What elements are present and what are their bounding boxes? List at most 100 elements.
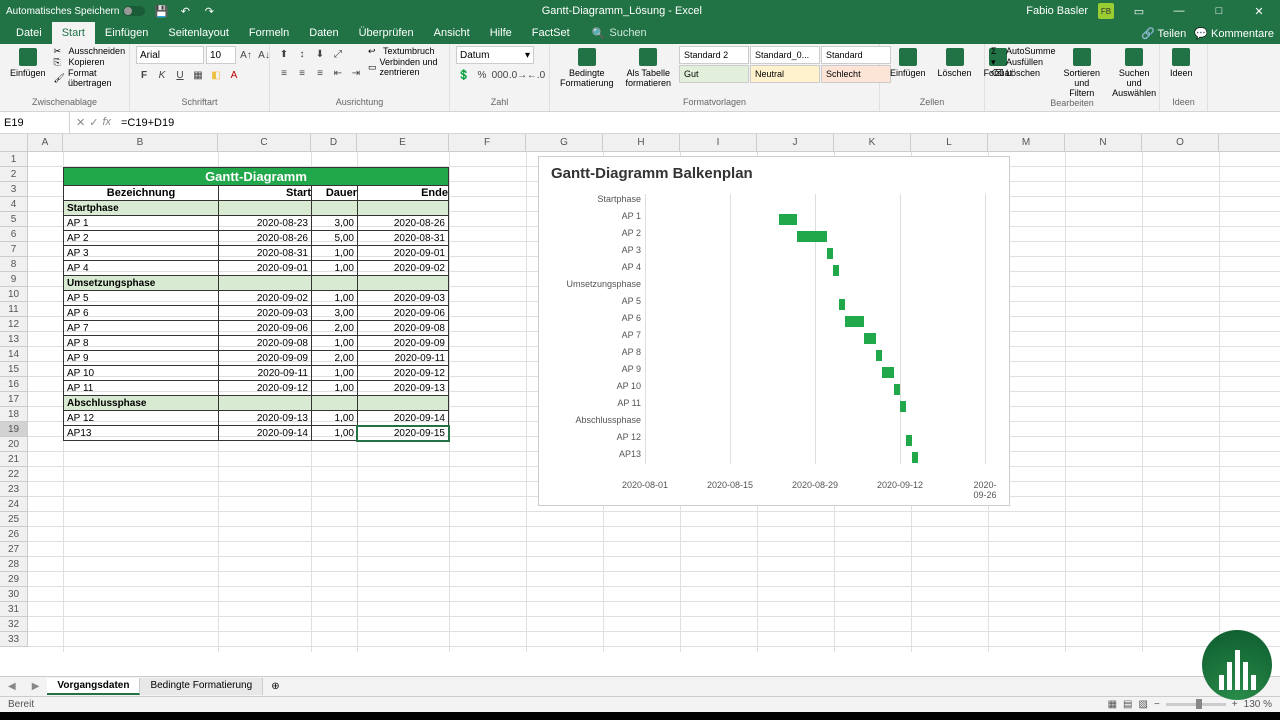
search-box[interactable]: 🔍 Suchen [592,27,647,40]
wrap-text-button[interactable]: ↩Textumbruch [368,46,443,56]
zoom-in-icon[interactable]: + [1232,699,1238,710]
indent-dec-icon[interactable]: ⇤ [330,65,346,81]
col-head-C[interactable]: C [218,134,311,151]
autosum-button[interactable]: ΣAutoSumme [991,46,1056,56]
row-head-11[interactable]: 11 [0,302,28,317]
style-standard2[interactable]: Standard 2 [679,46,749,64]
align-middle-icon[interactable]: ↕ [294,46,310,62]
row-head-25[interactable]: 25 [0,512,28,527]
style-standard0[interactable]: Standard_0... [750,46,820,64]
currency-icon[interactable]: 💲 [456,67,472,83]
gantt-chart[interactable]: Gantt-Diagramm Balkenplan StartphaseAP 1… [538,156,1010,506]
row-head-4[interactable]: 4 [0,197,28,212]
row-head-12[interactable]: 12 [0,317,28,332]
table-row[interactable]: AP 22020-08-265,002020-08-31 [63,231,449,246]
share-button[interactable]: 🔗 Teilen [1141,27,1186,40]
row-head-24[interactable]: 24 [0,497,28,512]
number-format-select[interactable]: Datum▾ [456,46,534,64]
bold-button[interactable]: F [136,67,152,83]
col-head-E[interactable]: E [357,134,449,151]
col-head-G[interactable]: G [526,134,603,151]
conditional-formatting-button[interactable]: Bedingte Formatierung [556,46,618,90]
font-size-select[interactable]: 10 [206,46,236,64]
row-head-19[interactable]: 19 [0,422,28,437]
tab-datei[interactable]: Datei [6,22,52,44]
cell-styles-gallery[interactable]: Standard 2 Standard_0... Standard Gut Ne… [679,46,891,83]
col-head-I[interactable]: I [680,134,757,151]
dec-dec-icon[interactable]: ←.0 [528,67,544,83]
row-head-20[interactable]: 20 [0,437,28,452]
table-row[interactable]: AP 112020-09-121,002020-09-13 [63,381,449,396]
row-head-18[interactable]: 18 [0,407,28,422]
row-head-13[interactable]: 13 [0,332,28,347]
table-row[interactable]: AP 82020-09-081,002020-09-09 [63,336,449,351]
copy-button[interactable]: ⎘Kopieren [54,57,126,67]
table-row[interactable]: Startphase [63,201,449,216]
row-head-15[interactable]: 15 [0,362,28,377]
row-head-5[interactable]: 5 [0,212,28,227]
align-left-icon[interactable]: ≡ [276,65,292,81]
maximize-icon[interactable]: □ [1204,5,1234,17]
table-row[interactable]: AP 42020-09-011,002020-09-02 [63,261,449,276]
row-head-1[interactable]: 1 [0,152,28,167]
view-pagebreak-icon[interactable]: ▧ [1139,699,1148,710]
row-head-27[interactable]: 27 [0,542,28,557]
table-row[interactable]: AP 32020-08-311,002020-09-01 [63,246,449,261]
merge-button[interactable]: ▭Verbinden und zentrieren [368,57,443,77]
close-icon[interactable]: ✕ [1244,5,1274,18]
thousands-icon[interactable]: 000 [492,67,508,83]
name-box[interactable]: E19 [0,112,70,133]
underline-button[interactable]: U [172,67,188,83]
row-head-17[interactable]: 17 [0,392,28,407]
sheet-tab[interactable]: Vorgangsdaten [47,678,140,695]
table-row[interactable]: Umsetzungsphase [63,276,449,291]
col-head-K[interactable]: K [834,134,911,151]
format-as-table-button[interactable]: Als Tabelle formatieren [622,46,676,90]
view-layout-icon[interactable]: ▤ [1123,699,1132,710]
style-neutral[interactable]: Neutral [750,65,820,83]
row-head-9[interactable]: 9 [0,272,28,287]
percent-icon[interactable]: % [474,67,490,83]
align-bottom-icon[interactable]: ⬇ [312,46,328,62]
table-row[interactable]: AP 92020-09-092,002020-09-11 [63,351,449,366]
tab-einfügen[interactable]: Einfügen [95,22,158,44]
undo-icon[interactable]: ↶ [177,3,193,19]
row-head-23[interactable]: 23 [0,482,28,497]
table-row[interactable]: AP 62020-09-033,002020-09-06 [63,306,449,321]
tab-seitenlayout[interactable]: Seitenlayout [158,22,239,44]
col-head-A[interactable]: A [28,134,63,151]
user-badge[interactable]: FB [1098,3,1114,19]
col-head-H[interactable]: H [603,134,680,151]
font-color-button[interactable]: A [226,67,242,83]
sheet-tab[interactable]: Bedingte Formatierung [140,678,263,695]
row-head-2[interactable]: 2 [0,167,28,182]
row-head-7[interactable]: 7 [0,242,28,257]
redo-icon[interactable]: ↷ [201,3,217,19]
row-head-31[interactable]: 31 [0,602,28,617]
comments-button[interactable]: 💬 Kommentare [1194,27,1274,40]
zoom-level[interactable]: 130 % [1244,699,1272,710]
cancel-formula-icon[interactable]: ✕ [76,116,85,129]
row-head-30[interactable]: 30 [0,587,28,602]
spreadsheet-grid[interactable]: ABCDEFGHIJKLMNO 123456789101112131415161… [0,134,1280,654]
tab-start[interactable]: Start [52,22,95,44]
sort-filter-button[interactable]: Sortieren und Filtern [1060,46,1105,100]
format-painter-button[interactable]: 🖌Format übertragen [54,68,126,88]
col-head-F[interactable]: F [449,134,526,151]
align-right-icon[interactable]: ≡ [312,65,328,81]
row-head-29[interactable]: 29 [0,572,28,587]
fx-icon[interactable]: fx [102,116,111,129]
col-head-L[interactable]: L [911,134,988,151]
row-head-8[interactable]: 8 [0,257,28,272]
row-head-22[interactable]: 22 [0,467,28,482]
grow-font-icon[interactable]: A↑ [238,47,254,63]
find-select-button[interactable]: Suchen und Auswählen [1108,46,1160,100]
zoom-slider[interactable] [1166,703,1226,706]
row-head-26[interactable]: 26 [0,527,28,542]
zoom-out-icon[interactable]: − [1154,699,1160,710]
fill-color-button[interactable]: ◧ [208,67,224,83]
save-icon[interactable]: 💾 [153,3,169,19]
row-head-16[interactable]: 16 [0,377,28,392]
minimize-icon[interactable]: — [1164,5,1194,17]
row-head-21[interactable]: 21 [0,452,28,467]
